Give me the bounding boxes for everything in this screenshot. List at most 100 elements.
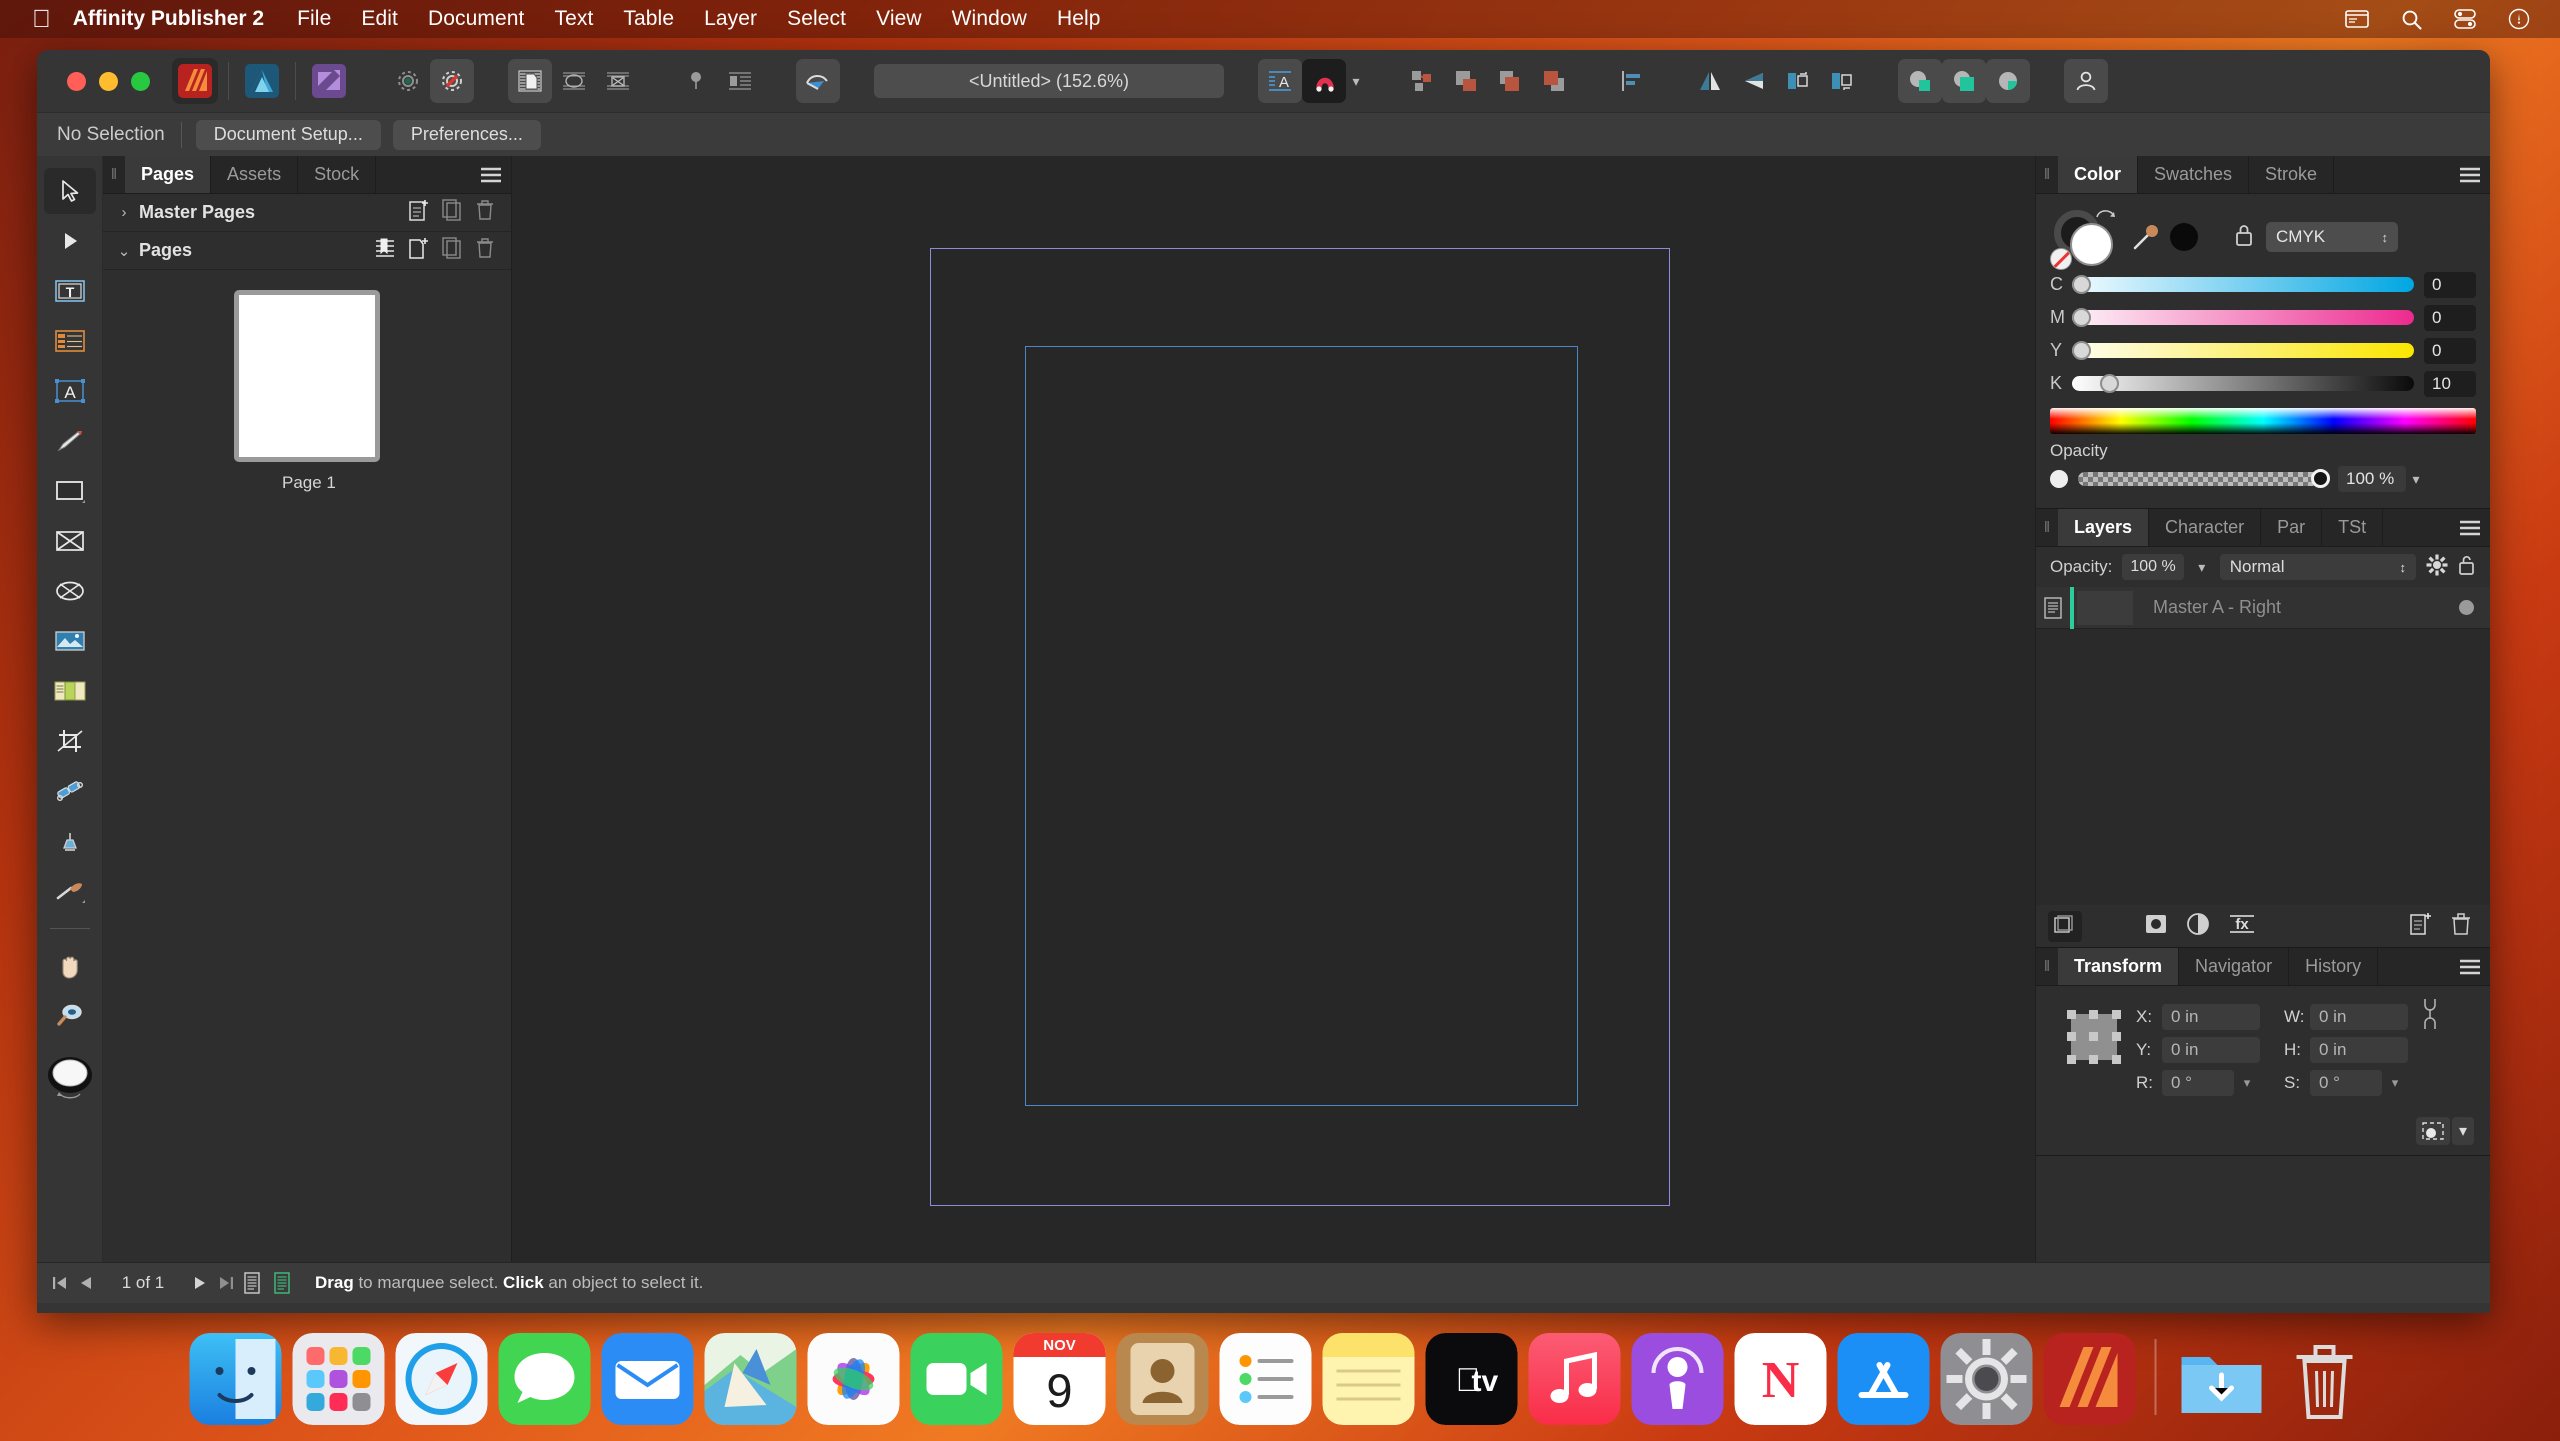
master-pages-section[interactable]: › Master Pages — [103, 194, 511, 232]
dock-item-maps[interactable] — [705, 1333, 797, 1425]
tab-character[interactable]: Character — [2149, 509, 2261, 546]
pen-tool[interactable] — [44, 418, 96, 464]
rotate-ccw-icon[interactable] — [1776, 59, 1820, 103]
transform-panel-menu-icon[interactable] — [2450, 948, 2490, 985]
delete-page-icon[interactable] — [475, 237, 495, 264]
siri-icon[interactable] — [2492, 8, 2546, 30]
node-tool[interactable] — [44, 218, 96, 264]
magenta-knob[interactable] — [2072, 308, 2091, 327]
add-master-page-icon[interactable] — [409, 199, 429, 226]
preflight-icon[interactable] — [796, 59, 840, 103]
link-ratio-icon[interactable] — [2422, 997, 2438, 1036]
frame-text-tool[interactable]: T — [44, 268, 96, 314]
tab-history[interactable]: History — [2289, 948, 2378, 985]
page-thumbnail-item[interactable]: Page 1 — [234, 290, 380, 493]
tab-text-styles[interactable]: TSt — [2322, 509, 2383, 546]
tab-assets[interactable]: Assets — [211, 156, 298, 193]
layers-panel-grip-icon[interactable]: ‖ — [2036, 509, 2058, 546]
subtract-geometry-icon[interactable] — [1942, 59, 1986, 103]
pages-section[interactable]: ⌄ Pages — [103, 232, 511, 270]
move-forward-icon[interactable] — [1488, 59, 1532, 103]
tab-layers[interactable]: Layers — [2058, 509, 2149, 546]
designer-persona[interactable] — [239, 58, 285, 104]
w-field[interactable]: 0 in — [2310, 1004, 2408, 1030]
transform-mode-chevron-down-icon[interactable]: ▾ — [2452, 1117, 2474, 1145]
color-picker-icon[interactable] — [2124, 222, 2168, 252]
vector-crop-tool[interactable] — [44, 768, 96, 814]
delete-master-page-icon[interactable] — [475, 199, 495, 226]
dock-item-contacts[interactable] — [1117, 1333, 1209, 1425]
show-picture-frame-icon[interactable] — [596, 59, 640, 103]
rectangle-tool[interactable] — [44, 468, 96, 514]
screen-mirroring-icon[interactable] — [2329, 10, 2385, 28]
ellipse-tool[interactable] — [44, 568, 96, 614]
publisher-persona[interactable] — [172, 58, 218, 104]
show-frame-text-icon[interactable] — [508, 59, 552, 103]
layers-opacity-chevron-down-icon[interactable]: ▾ — [2194, 554, 2210, 580]
dock-item-music[interactable] — [1529, 1333, 1621, 1425]
tab-stroke[interactable]: Stroke — [2249, 156, 2334, 193]
black-slider[interactable] — [2072, 376, 2414, 391]
live-filter-icon[interactable] — [2186, 912, 2210, 941]
color-wheel-tool[interactable] — [44, 1043, 96, 1113]
dock-item-facetime[interactable] — [911, 1333, 1003, 1425]
none-color-swatch[interactable] — [2050, 248, 2072, 270]
dock-item-appstore[interactable] — [1838, 1333, 1930, 1425]
view-pan-tool[interactable] — [44, 943, 96, 989]
fill-tool[interactable] — [44, 818, 96, 864]
duplicate-master-page-icon[interactable] — [442, 199, 462, 226]
rotate-cw-icon[interactable] — [1820, 59, 1864, 103]
artistic-text-tool[interactable]: A — [44, 368, 96, 414]
tab-stock[interactable]: Stock — [298, 156, 376, 193]
master-pages-chevron-right-icon[interactable]: › — [113, 204, 135, 221]
cyan-slider[interactable] — [2072, 277, 2414, 292]
dock-item-news[interactable]: N — [1735, 1333, 1827, 1425]
dock-item-systemsettings[interactable] — [1941, 1333, 2033, 1425]
flip-vertical-icon[interactable] — [1732, 59, 1776, 103]
align-left-icon[interactable] — [1610, 59, 1654, 103]
transform-mode-icon[interactable] — [2416, 1117, 2450, 1145]
opacity-slider[interactable] — [2078, 472, 2328, 486]
control-center-icon[interactable] — [2438, 9, 2492, 29]
zoom-tool[interactable] — [44, 993, 96, 1039]
menu-item-document[interactable]: Document — [413, 7, 540, 31]
menu-item-help[interactable]: Help — [1042, 7, 1116, 31]
spread-view-icon[interactable] — [267, 1272, 297, 1294]
picture-frame-rectangle-tool[interactable] — [44, 518, 96, 564]
menu-app-name[interactable]: Affinity Publisher 2 — [67, 7, 282, 31]
dock-item-safari[interactable] — [396, 1333, 488, 1425]
delete-layer-icon[interactable] — [2450, 912, 2472, 941]
pages-chevron-down-icon[interactable]: ⌄ — [113, 242, 135, 260]
layers-blend-stepper-icon[interactable]: ↕ — [2400, 560, 2407, 575]
gear-icon[interactable] — [2426, 554, 2448, 581]
layers-lock-icon[interactable] — [2458, 554, 2476, 581]
move-tool[interactable] — [44, 168, 96, 214]
close-button[interactable] — [67, 72, 86, 91]
dock-item-downloads-folder[interactable] — [2176, 1333, 2268, 1425]
next-page-icon[interactable] — [189, 1275, 211, 1291]
dock-item-messages[interactable] — [499, 1333, 591, 1425]
dock-item-notes[interactable] — [1323, 1333, 1415, 1425]
opacity-value[interactable]: 100 % — [2338, 466, 2406, 492]
no-settings-icon[interactable] — [430, 59, 474, 103]
document-canvas[interactable] — [512, 156, 2035, 1262]
minimize-button[interactable] — [99, 72, 118, 91]
x-field[interactable]: 0 in — [2162, 1004, 2260, 1030]
yellow-value[interactable]: 0 — [2424, 338, 2476, 364]
dock-item-reminders[interactable] — [1220, 1333, 1312, 1425]
color-model-select[interactable]: CMYK ↕ — [2266, 222, 2398, 252]
layer-name[interactable]: Master A - Right — [2153, 597, 2281, 618]
dock-item-mail[interactable] — [602, 1333, 694, 1425]
dock-item-finder[interactable] — [190, 1333, 282, 1425]
color-model-stepper-icon[interactable]: ↕ — [2382, 231, 2389, 244]
magenta-value[interactable]: 0 — [2424, 305, 2476, 331]
tab-paragraph[interactable]: Par — [2261, 509, 2322, 546]
table-tool[interactable] — [44, 318, 96, 364]
text-wrap-icon[interactable] — [718, 59, 762, 103]
table-row[interactable]: Master A - Right — [2036, 587, 2490, 629]
zoom-button[interactable] — [131, 72, 150, 91]
divide-geometry-icon[interactable] — [1986, 59, 2030, 103]
pages-panel-menu-icon[interactable] — [471, 156, 511, 193]
pin-icon[interactable] — [674, 59, 718, 103]
cyan-knob[interactable] — [2072, 275, 2091, 294]
